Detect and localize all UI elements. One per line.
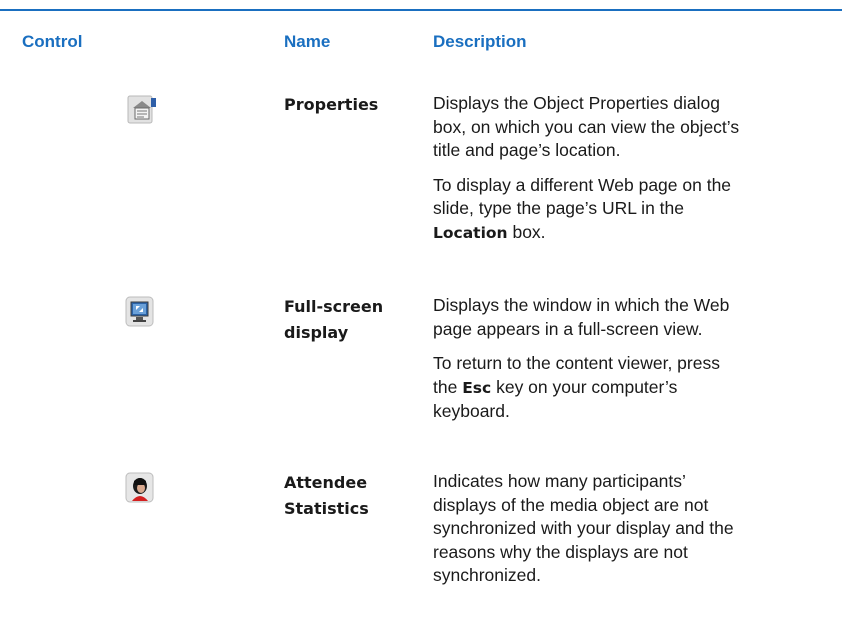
description-line: To display a different Web page on the — [433, 174, 732, 195]
name-line: Properties — [284, 95, 379, 114]
description-line: Indicates how many participants’ — [433, 471, 686, 491]
description-line: box, on which you can view the object’s — [433, 116, 740, 137]
description-line: page appears in a full-screen view. — [433, 318, 703, 339]
description-paragraph: To return to the content viewer, press t… — [433, 352, 833, 424]
description-paragraph: To display a different Web page on the s… — [433, 174, 833, 246]
control-name-properties: Properties — [284, 92, 424, 118]
control-name-attendee-statistics: Attendee Statistics — [284, 470, 424, 522]
properties-icon[interactable] — [125, 92, 169, 132]
description-paragraph: Displays the Object Properties dialog bo… — [433, 92, 833, 163]
description-paragraph: Indicates how many participants’ display… — [433, 470, 833, 588]
column-header-name: Name — [284, 32, 331, 51]
keyword-esc: Esc — [462, 378, 492, 397]
name-line: Attendee — [284, 473, 368, 492]
description-line: slide, type the page’s URL in the — [433, 198, 684, 218]
description-full-screen-display: Displays the window in which the Web pag… — [433, 294, 833, 435]
description-properties: Displays the Object Properties dialog bo… — [433, 92, 833, 256]
description-line: keyboard. — [433, 401, 510, 421]
name-line: Statistics — [284, 499, 369, 518]
description-attendee-statistics: Indicates how many participants’ display… — [433, 470, 833, 599]
keyword-location: Location — [433, 223, 508, 242]
description-line: Displays the Object Properties dialog — [433, 93, 720, 113]
description-line: key on your computer’s — [491, 376, 678, 397]
description-line: Displays the window in which the Web — [433, 295, 730, 315]
description-line: displays of the media object are not — [433, 494, 709, 515]
full-screen-display-icon[interactable] — [125, 294, 169, 334]
attendee-statistics-icon[interactable] — [125, 470, 169, 510]
top-rule — [0, 9, 842, 11]
description-line: title and page’s location. — [433, 140, 621, 160]
control-name-full-screen-display: Full-screen display — [284, 294, 424, 346]
description-line: box. — [507, 221, 546, 242]
description-line: reasons why the displays are not — [433, 541, 688, 562]
description-line: synchronized. — [433, 565, 541, 585]
description-line: To return to the content viewer, press — [433, 353, 720, 373]
column-header-description: Description — [433, 32, 527, 51]
column-header-control: Control — [22, 32, 83, 51]
description-paragraph: Displays the window in which the Web pag… — [433, 294, 833, 341]
name-line: display — [284, 323, 349, 342]
description-line: synchronized with your display and the — [433, 518, 734, 538]
description-line: the — [433, 376, 463, 397]
name-line: Full-screen — [284, 297, 384, 316]
